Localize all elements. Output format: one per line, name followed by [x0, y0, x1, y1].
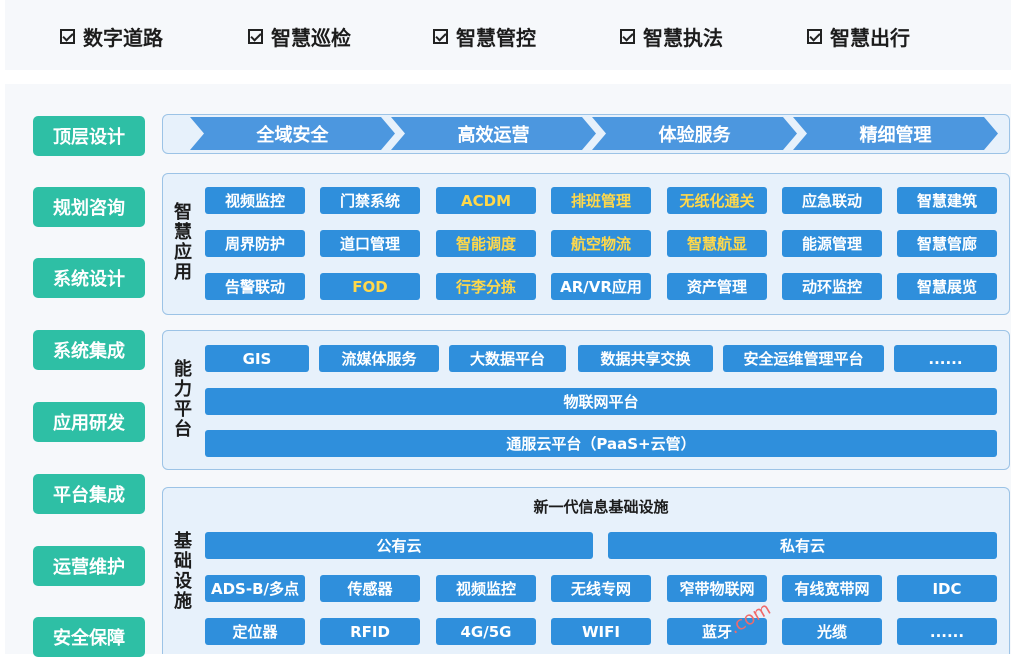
smart-app-chip[interactable]: 智慧管廊	[897, 230, 997, 257]
smart-app-chip[interactable]: 航空物流	[551, 230, 651, 257]
btn-system-design[interactable]: 系统设计	[33, 258, 145, 298]
btn-security-assurance[interactable]: 安全保障	[33, 617, 145, 657]
infra-chip[interactable]: ......	[897, 618, 997, 645]
iot-platform-bar[interactable]: 物联网平台	[205, 388, 997, 415]
smart-app-chip[interactable]: ACDM	[436, 187, 536, 214]
btn-platform-integration[interactable]: 平台集成	[33, 474, 145, 514]
cap-streaming[interactable]: 流媒体服务	[319, 345, 439, 372]
goal-arrow-security: 全域安全	[190, 117, 395, 150]
smart-app-chip[interactable]: 动环监控	[782, 273, 882, 300]
smart-app-chip[interactable]: 资产管理	[667, 273, 767, 300]
smart-app-label: 智慧应用	[174, 202, 192, 283]
checkbox-icon[interactable]	[60, 28, 75, 44]
smart-app-chip[interactable]: 能源管理	[782, 230, 882, 257]
smart-app-chip[interactable]: 道口管理	[320, 230, 420, 257]
infra-title: 新一代信息基础设施	[533, 498, 669, 516]
smart-app-chip[interactable]: 周界防护	[205, 230, 305, 257]
smart-app-chip[interactable]: 无纸化通关	[667, 187, 767, 214]
checkbox-icon[interactable]	[620, 28, 635, 44]
infra-chip[interactable]: 定位器	[205, 618, 305, 645]
smart-app-chip[interactable]: 应急联动	[782, 187, 882, 214]
smart-app-chip[interactable]: FOD	[320, 273, 420, 300]
smart-app-chip[interactable]: 行李分拣	[436, 273, 536, 300]
goal-arrow-management: 精细管理	[793, 117, 998, 150]
btn-application-development[interactable]: 应用研发	[33, 402, 145, 442]
btn-operation-maintenance[interactable]: 运营维护	[33, 546, 145, 586]
smart-app-chip[interactable]: 智慧航显	[667, 230, 767, 257]
smart-app-chip[interactable]: 视频监控	[205, 187, 305, 214]
cloud-platform-bar[interactable]: 通服云平台（PaaS+云管）	[205, 430, 997, 457]
infra-chip[interactable]: 传感器	[320, 575, 420, 602]
cap-bigdata[interactable]: 大数据平台	[449, 345, 566, 372]
infra-chip[interactable]: 光缆	[782, 618, 882, 645]
btn-top-level-design[interactable]: 顶层设计	[33, 116, 145, 156]
private-cloud-bar[interactable]: 私有云	[608, 532, 997, 559]
infra-chip[interactable]: IDC	[897, 575, 997, 602]
check-smart-travel[interactable]: 智慧出行	[807, 22, 910, 50]
btn-system-integration[interactable]: 系统集成	[33, 330, 145, 370]
infra-label: 基础设施	[174, 531, 192, 612]
cap-data-exchange[interactable]: 数据共享交换	[578, 345, 713, 372]
infra-chip[interactable]: 4G/5G	[436, 618, 536, 645]
public-cloud-bar[interactable]: 公有云	[205, 532, 593, 559]
smart-app-chip[interactable]: 门禁系统	[320, 187, 420, 214]
check-smart-control[interactable]: 智慧管控	[433, 22, 536, 50]
smart-app-chip[interactable]: 智能调度	[436, 230, 536, 257]
smart-app-chip[interactable]: 告警联动	[205, 273, 305, 300]
infra-chip[interactable]: WIFI	[551, 618, 651, 645]
check-smart-enforcement[interactable]: 智慧执法	[620, 22, 723, 50]
check-digital-road[interactable]: 数字道路	[60, 22, 163, 50]
infra-chip[interactable]: 有线宽带网	[782, 575, 882, 602]
cap-security-ops[interactable]: 安全运维管理平台	[723, 345, 884, 372]
cap-more[interactable]: ......	[894, 345, 997, 372]
smart-app-chip[interactable]: 智慧展览	[897, 273, 997, 300]
btn-planning-consulting[interactable]: 规划咨询	[33, 187, 145, 227]
goal-arrow-experience: 体验服务	[592, 117, 797, 150]
smart-app-chip[interactable]: 智慧建筑	[897, 187, 997, 214]
infra-chip[interactable]: 无线专网	[551, 575, 651, 602]
checkbox-icon[interactable]	[807, 28, 822, 44]
infra-chip[interactable]: 窄带物联网	[667, 575, 767, 602]
checkbox-icon[interactable]	[433, 28, 448, 44]
goal-arrow-operation: 高效运营	[391, 117, 596, 150]
capability-label: 能力平台	[174, 359, 192, 440]
infra-chip[interactable]: 视频监控	[436, 575, 536, 602]
checkbox-icon[interactable]	[248, 28, 263, 44]
cap-gis[interactable]: GIS	[205, 345, 309, 372]
smart-app-chip[interactable]: AR/VR应用	[551, 273, 651, 300]
infra-chip[interactable]: RFID	[320, 618, 420, 645]
smart-app-chip[interactable]: 排班管理	[551, 187, 651, 214]
infra-chip[interactable]: ADS-B/多点	[205, 575, 305, 602]
check-smart-inspection[interactable]: 智慧巡检	[248, 22, 351, 50]
